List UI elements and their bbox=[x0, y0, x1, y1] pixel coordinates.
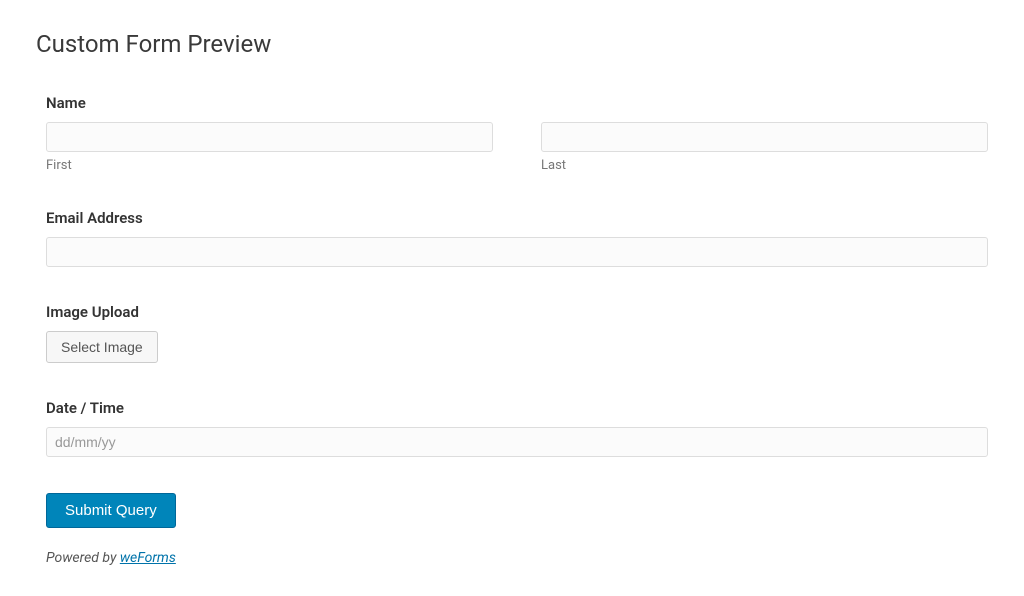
submit-button[interactable]: Submit Query bbox=[46, 493, 176, 528]
email-input[interactable] bbox=[46, 237, 988, 267]
powered-by-prefix: Powered by bbox=[46, 550, 120, 566]
image-upload-field-group: Image Upload Select Image bbox=[46, 303, 988, 363]
powered-by-text: Powered by weForms bbox=[46, 550, 988, 566]
datetime-label: Date / Time bbox=[46, 399, 988, 417]
first-name-input[interactable] bbox=[46, 122, 493, 152]
datetime-input[interactable] bbox=[46, 427, 988, 457]
last-name-sublabel: Last bbox=[541, 158, 988, 173]
name-label: Name bbox=[46, 94, 988, 112]
first-name-col: First bbox=[46, 122, 493, 173]
email-field-group: Email Address bbox=[46, 209, 988, 267]
name-row: First Last bbox=[46, 122, 988, 173]
last-name-col: Last bbox=[541, 122, 988, 173]
select-image-button[interactable]: Select Image bbox=[46, 331, 158, 363]
datetime-field-group: Date / Time bbox=[46, 399, 988, 457]
name-field-group: Name First Last bbox=[46, 94, 988, 173]
last-name-input[interactable] bbox=[541, 122, 988, 152]
image-upload-label: Image Upload bbox=[46, 303, 988, 321]
page-title: Custom Form Preview bbox=[36, 30, 988, 58]
email-label: Email Address bbox=[46, 209, 988, 227]
powered-by-link[interactable]: weForms bbox=[120, 550, 176, 566]
first-name-sublabel: First bbox=[46, 158, 493, 173]
form-container: Name First Last Email Address Image Uplo… bbox=[36, 94, 988, 566]
